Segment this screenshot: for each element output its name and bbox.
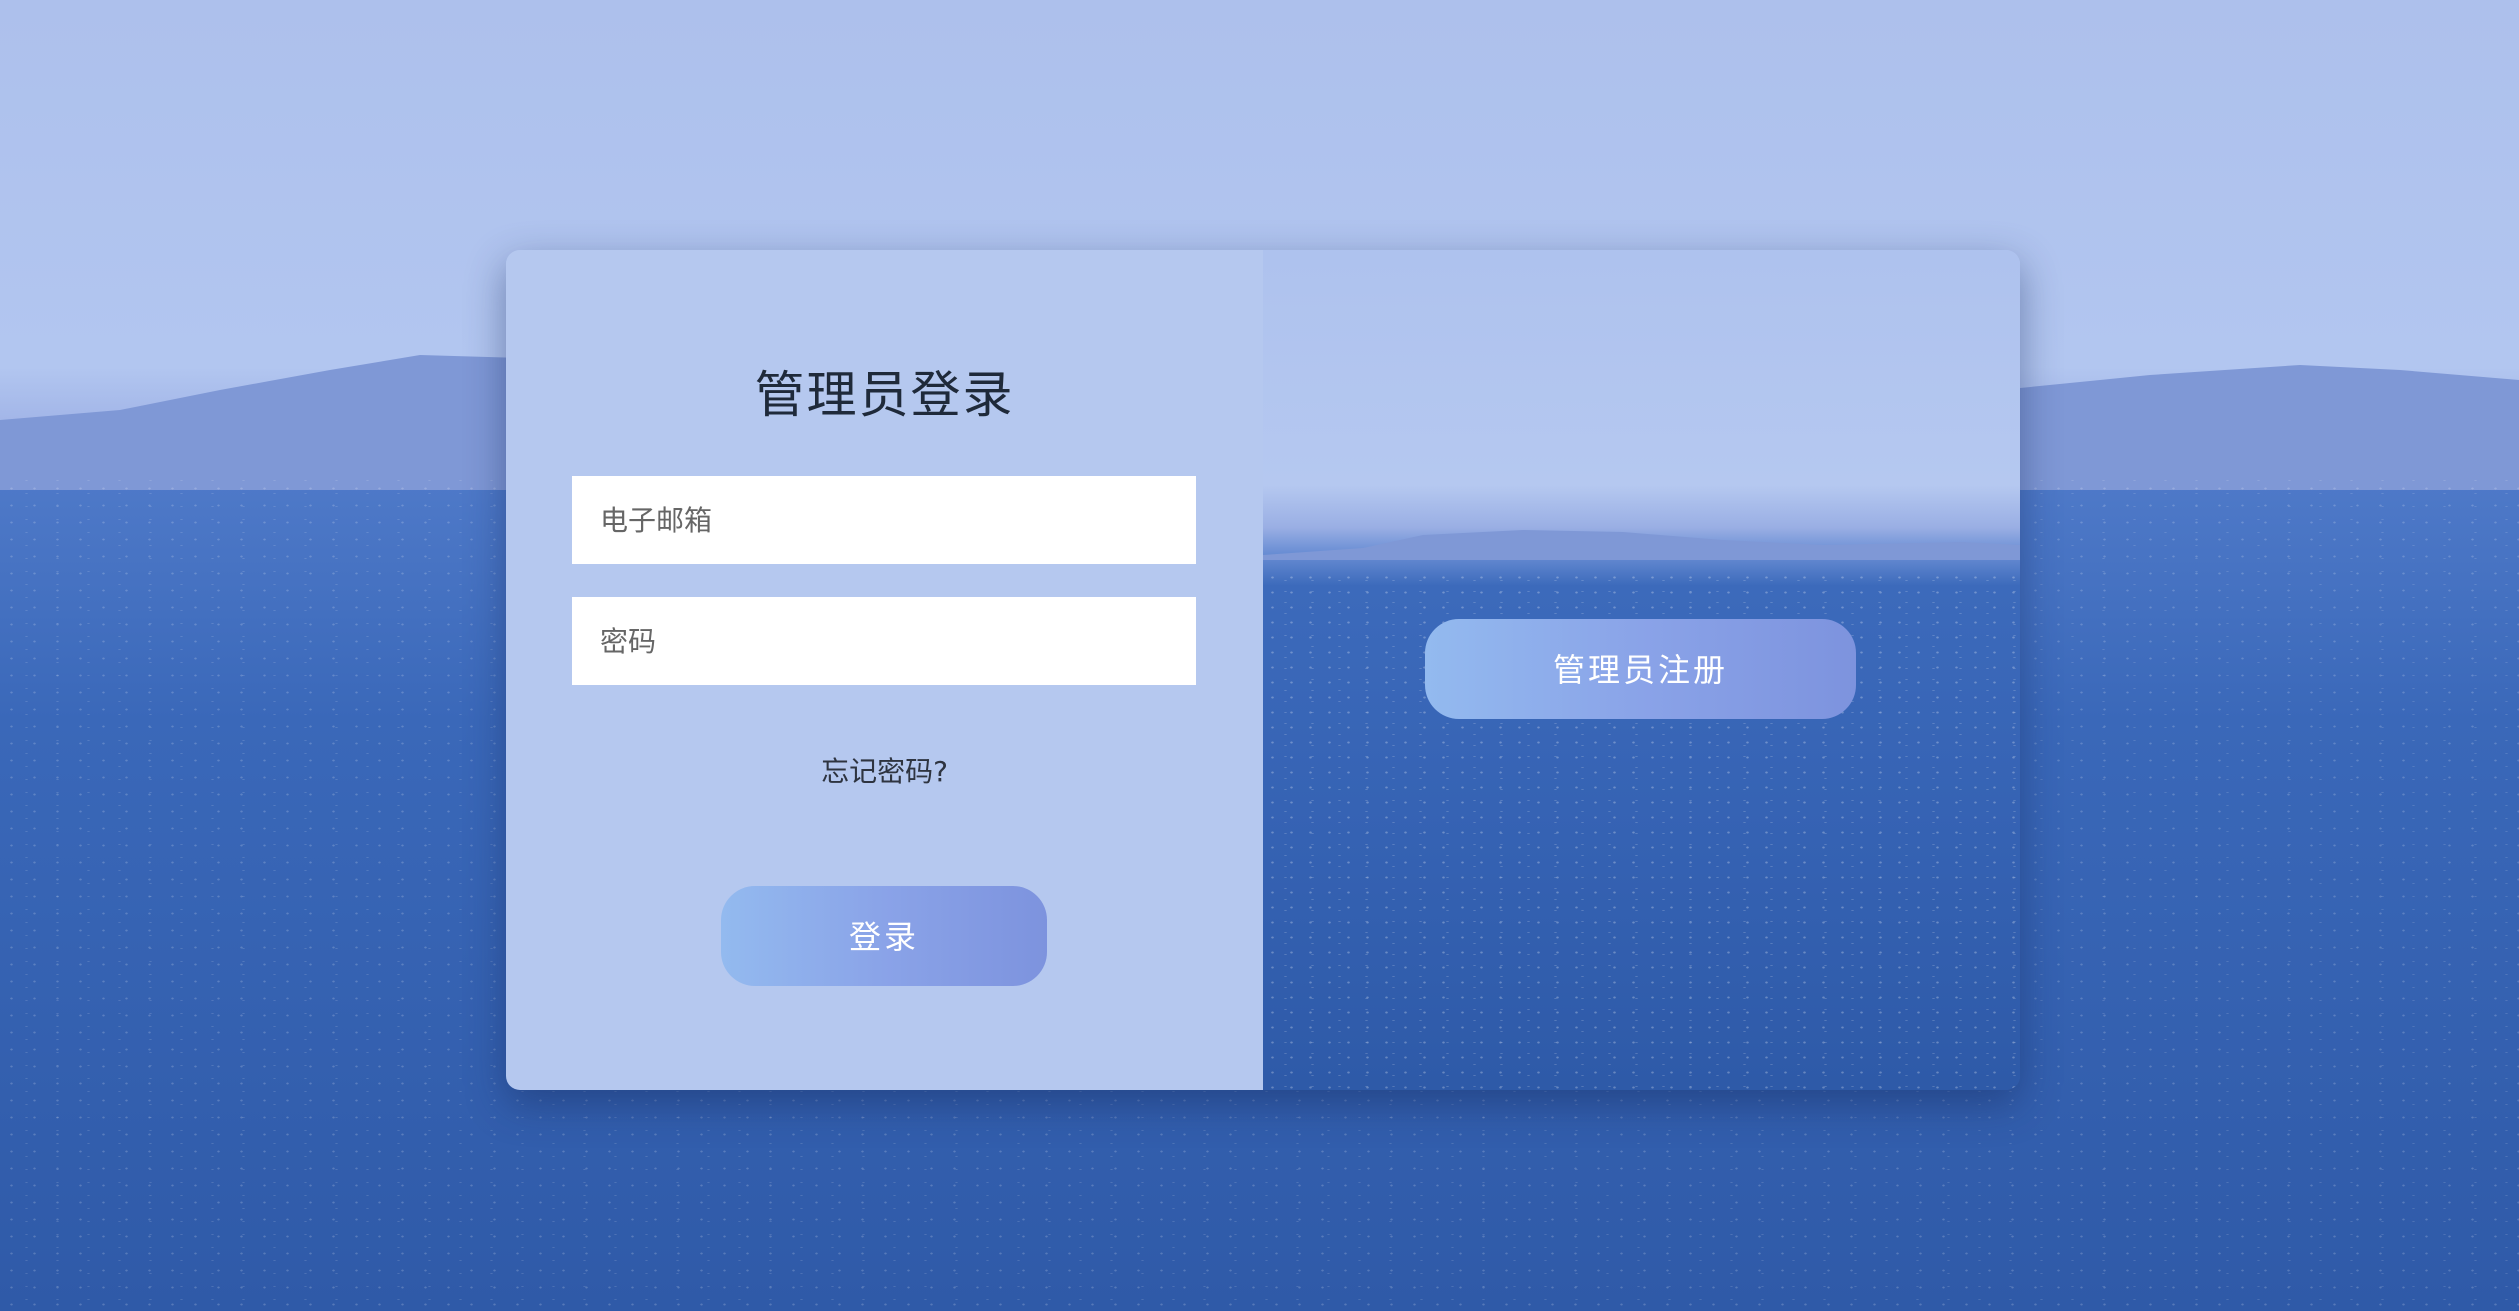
panel-mountains	[1263, 530, 2020, 560]
forgot-password-link[interactable]: 忘记密码?	[506, 750, 1263, 790]
login-panel: 管理员登录 忘记密码? 登录	[506, 250, 1263, 1090]
register-panel: 管理员注册	[1263, 250, 2020, 1090]
login-title: 管理员登录	[754, 366, 1015, 424]
auth-card: 管理员登录 忘记密码? 登录 管理员注册	[506, 250, 2020, 1090]
login-button[interactable]: 登录	[721, 886, 1047, 986]
email-input[interactable]	[572, 476, 1196, 564]
password-input[interactable]	[572, 597, 1196, 685]
register-button[interactable]: 管理员注册	[1425, 619, 1856, 719]
